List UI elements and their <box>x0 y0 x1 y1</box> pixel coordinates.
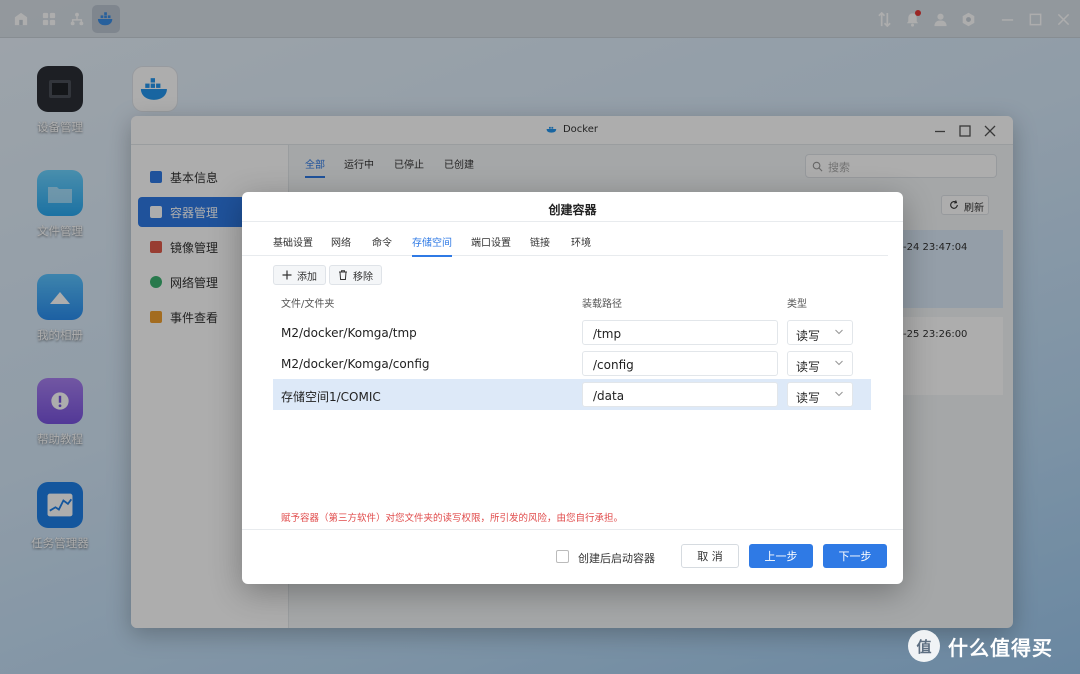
type-select[interactable]: 读写 <box>787 351 853 376</box>
mount-path-input[interactable]: /config <box>582 351 778 376</box>
tab-environment[interactable]: 环境 <box>571 234 591 249</box>
tab-network[interactable]: 网络 <box>331 234 351 249</box>
type-select[interactable]: 读写 <box>787 382 853 407</box>
risk-warning-text: 赋予容器（第三方软件）对您文件夹的读写权限，所引发的风险，由您自行承担。 <box>281 513 624 524</box>
column-header-type: 类型 <box>787 299 807 310</box>
next-step-button[interactable]: 下一步 <box>823 544 887 568</box>
row-path: M2/docker/Komga/config <box>281 357 430 371</box>
column-header-mount: 装载路径 <box>582 299 622 310</box>
watermark-text: 什么值得买 <box>948 635 1053 660</box>
dialog-title: 创建容器 <box>242 192 903 222</box>
mount-path-input[interactable]: /tmp <box>582 320 778 345</box>
tab-basic-settings[interactable]: 基础设置 <box>273 234 313 249</box>
trash-icon <box>339 270 347 280</box>
chevron-down-icon <box>835 360 843 366</box>
watermark-logo-icon: 值 <box>908 630 940 662</box>
plus-icon <box>282 270 292 280</box>
type-select[interactable]: 读写 <box>787 320 853 345</box>
type-value: 读写 <box>796 329 821 343</box>
dialog-tabs: 基础设置 网络 命令 存储空间 端口设置 链接 环境 <box>242 222 888 257</box>
column-header-path: 文件/文件夹 <box>281 299 335 310</box>
row-path: M2/docker/Komga/tmp <box>281 326 417 340</box>
tab-links[interactable]: 链接 <box>530 234 550 249</box>
add-button[interactable]: 添加 <box>273 265 326 285</box>
tab-storage[interactable]: 存储空间 <box>412 234 452 257</box>
remove-label: 移除 <box>353 271 373 283</box>
chevron-down-icon <box>835 391 843 397</box>
row-path: 存储空间1/COMIC <box>281 390 381 404</box>
type-value: 读写 <box>796 360 821 374</box>
start-after-create-label[interactable]: 创建后启动容器 <box>578 550 655 566</box>
prev-step-button[interactable]: 上一步 <box>749 544 813 568</box>
table-row[interactable]: M2/docker/Komga/tmp /tmp 读写 <box>273 317 871 348</box>
cancel-button[interactable]: 取 消 <box>681 544 739 568</box>
type-value: 读写 <box>796 391 821 405</box>
table-row[interactable]: M2/docker/Komga/config /config 读写 <box>273 348 871 379</box>
table-row-selected[interactable]: 存储空间1/COMIC /data 读写 <box>273 379 871 410</box>
chevron-down-icon <box>835 329 843 335</box>
watermark: 值 什么值得买 <box>908 630 1053 662</box>
start-after-create-checkbox[interactable] <box>556 550 569 563</box>
remove-button[interactable]: 移除 <box>329 265 382 285</box>
tab-command[interactable]: 命令 <box>372 234 392 249</box>
tab-port-settings[interactable]: 端口设置 <box>471 234 511 249</box>
add-label: 添加 <box>297 271 317 283</box>
mount-path-input[interactable]: /data <box>582 382 778 407</box>
create-container-dialog: 创建容器 基础设置 网络 命令 存储空间 端口设置 链接 环境 添加 移除 文件… <box>242 192 903 584</box>
